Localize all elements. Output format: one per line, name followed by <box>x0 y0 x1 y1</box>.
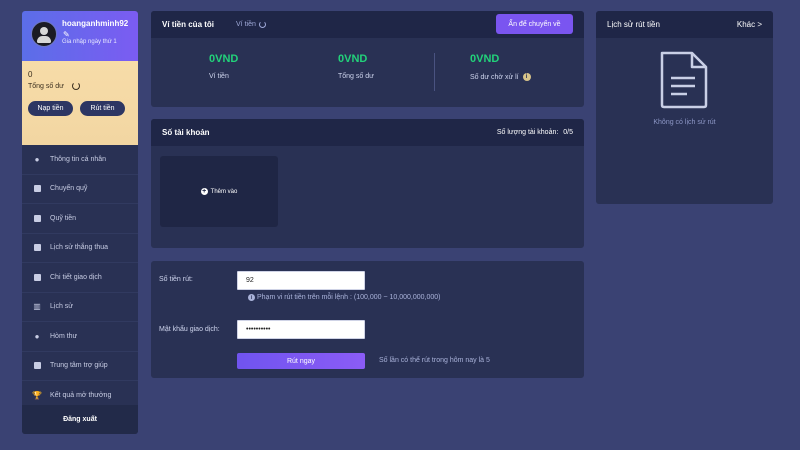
info-icon: i <box>248 294 255 301</box>
account-count-label: Số lượng tài khoản: <box>496 129 559 136</box>
logout-button[interactable]: Đăng xuất <box>22 405 138 434</box>
account-count: Số lượng tài khoản: 0/5 <box>497 129 573 136</box>
sidebar-item-label: Thông tin cá nhân <box>50 155 107 163</box>
transactions-icon <box>33 273 41 281</box>
tab-wallet[interactable]: Ví tiền <box>236 21 266 28</box>
pencil-icon[interactable]: ✎ <box>63 30 70 39</box>
accounts-title: Số tài khoản <box>162 128 210 137</box>
add-account-label: Thêm vào <box>210 188 238 195</box>
fund-icon <box>33 214 41 222</box>
document-icon <box>660 51 708 109</box>
range-note: i Phạm vi rút tiền trên mỗi lệnh : (100,… <box>248 294 440 301</box>
trophy-icon: 🏆 <box>32 390 42 400</box>
info-icon[interactable]: i <box>522 73 531 81</box>
sidebar-item-history[interactable]: ▥ Lịch sử <box>22 293 138 322</box>
history-header: Lịch sử rút tiền Khác > <box>596 11 773 38</box>
sidebar: hoanganhminh92 ✎ Gia nhập ngày thứ 1 0 T… <box>22 11 138 434</box>
amount-input[interactable]: 92 <box>237 271 365 290</box>
withdraw-history-panel: Lịch sử rút tiền Khác > Không có lịch sử… <box>596 11 773 204</box>
bank-accounts-panel: Số tài khoản Số lượng tài khoản: 0/5 + T… <box>151 119 584 248</box>
user-icon: ● <box>34 154 40 164</box>
deposit-button[interactable]: Nạp tiền <box>28 101 73 116</box>
history-title: Lịch sử rút tiền <box>607 20 660 29</box>
range-note-text: Phạm vi rút tiền trên mỗi lệnh : (100,00… <box>257 294 441 301</box>
accounts-header: Số tài khoản Số lượng tài khoản: 0/5 <box>151 119 584 146</box>
stat-value: 0VND <box>470 53 500 65</box>
divider <box>434 53 435 91</box>
sidebar-item-personal-info[interactable]: ● Thông tin cá nhân <box>22 145 138 175</box>
sidebar-item-transfer[interactable]: Chuyển quỹ <box>22 175 138 204</box>
password-label: Mật khẩu giao dịch: <box>159 326 220 333</box>
stat-label: Tổng số dư <box>338 73 374 80</box>
stat-pending-balance: 0VND Số dư chờ xử lí i <box>470 53 531 81</box>
account-count-value: 0/5 <box>563 129 573 136</box>
stat-wallet: 0VND Ví tiền <box>209 53 238 80</box>
amount-label: Số tiền rút: <box>159 276 193 283</box>
help-icon <box>33 362 41 370</box>
transaction-password-input[interactable]: •••••••••• <box>237 320 365 339</box>
total-balance-label: Tổng số dư <box>28 83 64 90</box>
tab-wallet-label: Ví tiền <box>236 21 256 28</box>
plus-icon: + <box>200 188 208 195</box>
stat-label: Ví tiền <box>209 73 229 80</box>
stat-total-balance: 0VND Tổng số dư <box>338 53 374 80</box>
balance-card: 0 Tổng số dư Nạp tiền Rút tiền <box>22 61 138 145</box>
username: hoanganhminh92 <box>62 19 129 28</box>
sidebar-item-label: Chuyển quỹ <box>50 185 88 193</box>
sidebar-item-label: Lịch sử thắng thua <box>50 244 109 252</box>
member-level: Gia nhập ngày thứ 1 <box>62 39 117 45</box>
sidebar-item-transactions[interactable]: Chi tiết giao dịch <box>22 263 138 293</box>
tab-my-wallet[interactable]: Ví tiền của tôi <box>162 20 214 29</box>
refresh-icon[interactable] <box>72 82 80 90</box>
more-link[interactable]: Khác > <box>737 20 762 29</box>
chart-icon: ▥ <box>33 302 41 312</box>
wallet-panel: Ví tiền của tôi Ví tiền Ẩn để chuyển về … <box>151 11 584 107</box>
total-balance-value: 0 <box>28 70 33 79</box>
profile-header: hoanganhminh92 ✎ Gia nhập ngày thứ 1 <box>22 11 138 61</box>
sidebar-item-label: Quỹ tiền <box>50 214 77 222</box>
sidebar-item-mailbox[interactable]: ● Hòm thư <box>22 322 138 352</box>
refresh-icon[interactable] <box>258 21 266 28</box>
withdraw-shortcut-button[interactable]: Rút tiền <box>80 101 125 116</box>
stat-label: Số dư chờ xử lí <box>470 73 519 81</box>
sidebar-item-fund[interactable]: Quỹ tiền <box>22 204 138 234</box>
withdraw-now-button[interactable]: Rút ngay <box>237 353 365 369</box>
sidebar-item-label: Trung tâm trợ giúp <box>50 362 108 370</box>
sidebar-menu: ● Thông tin cá nhân Chuyển quỹ Quỹ tiền … <box>22 145 138 411</box>
sidebar-item-label: Hòm thư <box>50 332 78 340</box>
sidebar-item-help-center[interactable]: Trung tâm trợ giúp <box>22 352 138 381</box>
hide-transfer-button[interactable]: Ẩn để chuyển về <box>496 14 573 34</box>
withdraw-times-note: Số lần có thể rút trong hôm nay là 5 <box>379 357 490 364</box>
withdraw-form-panel: Số tiền rút: 92 i Phạm vi rút tiền trên … <box>151 261 584 378</box>
sidebar-item-win-loss-history[interactable]: Lịch sử thắng thua <box>22 234 138 263</box>
sidebar-item-label: Kết quả mở thưởng <box>50 391 112 399</box>
add-account-card[interactable]: + Thêm vào <box>160 156 278 227</box>
wallet-header: Ví tiền của tôi Ví tiền Ẩn để chuyển về <box>151 11 584 38</box>
empty-history-text: Không có lịch sử rút <box>653 119 716 126</box>
wallet-icon <box>33 185 41 193</box>
avatar[interactable] <box>31 21 57 47</box>
mail-icon: ● <box>34 331 40 341</box>
sidebar-item-label: Lịch sử <box>50 303 73 311</box>
history-icon <box>33 244 41 252</box>
sidebar-item-label: Chi tiết giao dịch <box>50 273 102 281</box>
stat-value: 0VND <box>338 53 368 65</box>
stat-value: 0VND <box>209 53 239 65</box>
